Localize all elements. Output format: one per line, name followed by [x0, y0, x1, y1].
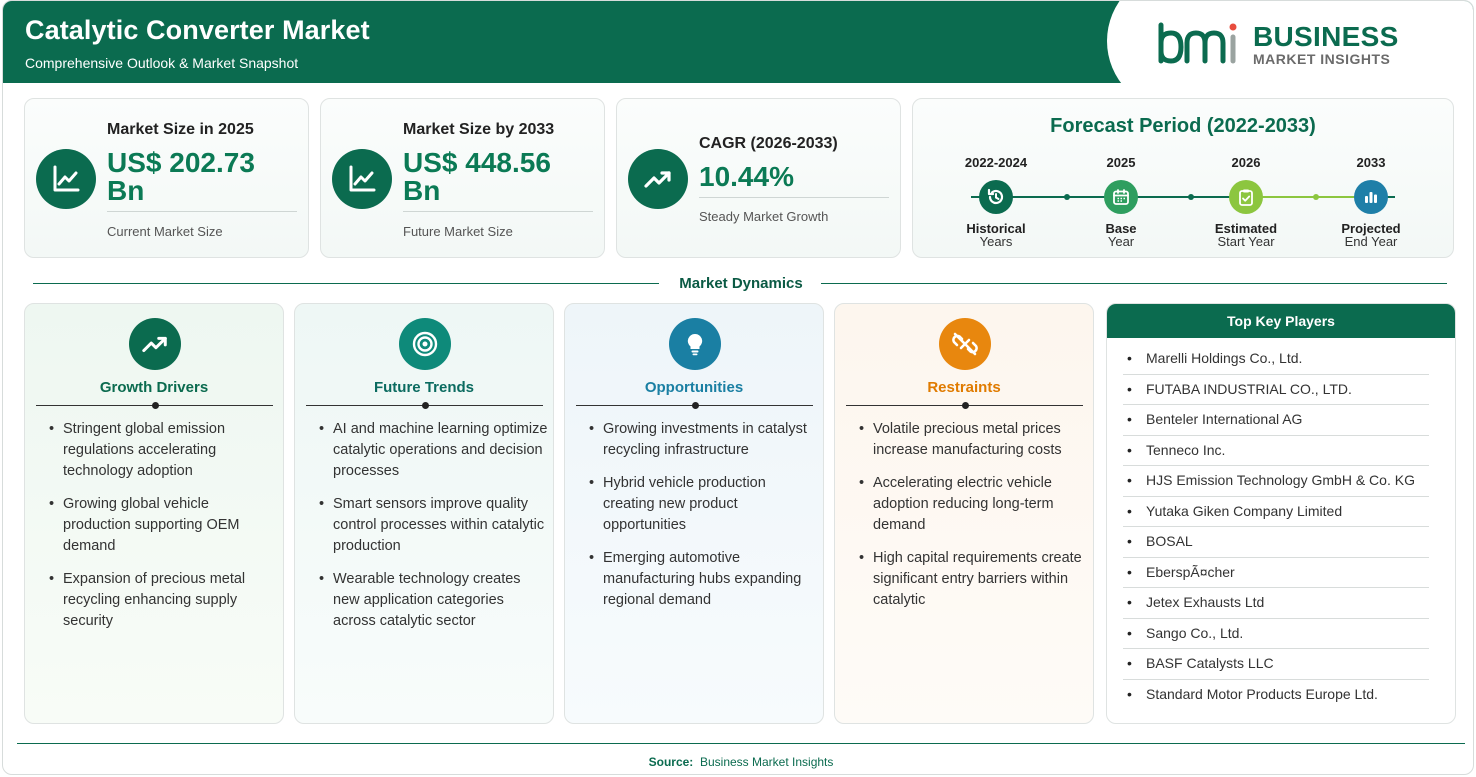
timeline-year: 2022-2024 [964, 155, 1028, 170]
key-players-title: Top Key Players [1107, 304, 1455, 338]
footer-divider [17, 743, 1465, 744]
chart-line-icon [332, 149, 392, 209]
chart-line-icon [36, 149, 96, 209]
infographic-frame: Catalytic Converter Market Comprehensive… [2, 0, 1474, 775]
column-future-trends: Future Trends AI and machine learning op… [294, 303, 554, 724]
column-title: Growth Drivers [99, 379, 209, 396]
key-player-item: Tenneco Inc. [1123, 436, 1429, 466]
timeline-sublabel: Start Year [1217, 234, 1275, 249]
column-list: Volatile precious metal prices increase … [859, 419, 1089, 623]
key-player-item: HJS Emission Technology GmbH & Co. KG [1123, 466, 1429, 497]
stat-value-line1: US$ 448.56 [403, 147, 551, 178]
stat-card-market-size-2025: Market Size in 2025 US$ 202.73 Bn Curren… [24, 98, 309, 258]
column-list: Stringent global emission regulations ac… [49, 419, 279, 644]
key-player-item: BASF Catalysts LLC [1123, 649, 1429, 680]
bar-chart-icon [1354, 180, 1388, 214]
trending-up-icon [129, 318, 181, 370]
list-item: Emerging automotive manufacturing hubs e… [589, 548, 819, 611]
logo-text-market-insights: MARKET INSIGHTS [1253, 51, 1391, 67]
header-banner: Catalytic Converter Market Comprehensive… [3, 1, 1473, 111]
column-opportunities: Opportunities Growing investments in cat… [564, 303, 824, 724]
timeline-dot [1064, 194, 1070, 200]
timeline-year: 2025 [1106, 155, 1136, 170]
key-player-item: Standard Motor Products Europe Ltd. [1123, 680, 1429, 710]
list-item: Expansion of precious metal recycling en… [49, 569, 279, 632]
history-icon [979, 180, 1013, 214]
list-item: Smart sensors improve quality control pr… [319, 494, 549, 557]
timeline-year: 2026 [1231, 155, 1261, 170]
key-player-item: Benteler International AG [1123, 405, 1429, 436]
footer-source: Source: Business Market Insights [3, 755, 1473, 769]
column-title: Future Trends [373, 379, 474, 396]
calendar-icon [1104, 180, 1138, 214]
stat-label: Market Size by 2033 [403, 121, 555, 138]
divider [403, 211, 593, 212]
forecast-period-card: Forecast Period (2022-2033) 2022-2024 Hi… [912, 98, 1454, 258]
timeline-sublabel: Years [979, 234, 1013, 249]
column-restraints: Restraints Volatile precious metal price… [834, 303, 1094, 724]
stat-value-line2: Bn [107, 175, 145, 206]
lightbulb-icon [669, 318, 721, 370]
stat-note: Future Market Size [403, 224, 513, 239]
stat-note: Steady Market Growth [699, 209, 829, 224]
timeline-sublabel: Year [1107, 234, 1135, 249]
list-item: Volatile precious metal prices increase … [859, 419, 1089, 461]
stat-value-line2: Bn [403, 175, 441, 206]
source-value: Business Market Insights [699, 755, 834, 769]
list-item: Hybrid vehicle production creating new p… [589, 473, 819, 536]
divider-dot [692, 402, 699, 409]
key-player-item: FUTABA INDUSTRIAL CO., LTD. [1123, 375, 1429, 405]
timeline-year: 2033 [1356, 155, 1386, 170]
timeline-dot [1313, 194, 1319, 200]
timeline-dot [1188, 194, 1194, 200]
column-growth-drivers: Growth Drivers Stringent global emission… [24, 303, 284, 724]
key-player-item: EberspÃ¤cher [1123, 558, 1429, 588]
key-players-panel: Top Key Players Marelli Holdings Co., Lt… [1106, 303, 1456, 724]
stat-note: Current Market Size [107, 224, 223, 239]
list-item: Growing global vehicle production suppor… [49, 494, 279, 557]
clipboard-check-icon [1229, 180, 1263, 214]
key-player-item: Yutaka Giken Company Limited [1123, 497, 1429, 527]
column-list: Growing investments in catalyst recyclin… [589, 419, 819, 623]
section-title-market-dynamics: Market Dynamics [679, 275, 803, 292]
list-item: Wearable technology creates new applicat… [319, 569, 549, 632]
divider [699, 197, 889, 198]
key-player-item: Marelli Holdings Co., Ltd. [1123, 344, 1429, 375]
logo-text-business: BUSINESS [1253, 21, 1399, 52]
column-list: AI and machine learning optimize catalyt… [319, 419, 549, 644]
list-item: Stringent global emission regulations ac… [49, 419, 279, 482]
list-item: AI and machine learning optimize catalyt… [319, 419, 549, 482]
stat-label: CAGR (2026-2033) [699, 135, 838, 152]
divider-dot [422, 402, 429, 409]
key-player-item: Sango Co., Ltd. [1123, 619, 1429, 649]
page-title: Catalytic Converter Market [25, 15, 370, 45]
stat-card-market-size-2033: Market Size by 2033 US$ 448.56 Bn Future… [320, 98, 605, 258]
source-label: Source: [648, 755, 694, 769]
target-icon [399, 318, 451, 370]
timeline-sublabel: End Year [1344, 234, 1398, 249]
column-title: Restraints [927, 379, 1001, 396]
broken-link-icon [939, 318, 991, 370]
list-item: Accelerating electric vehicle adoption r… [859, 473, 1089, 536]
stat-value: 10.44% [699, 161, 794, 192]
trending-up-icon [628, 149, 688, 209]
forecast-title: Forecast Period (2022-2033) [1050, 115, 1316, 137]
key-player-item: BOSAL [1123, 527, 1429, 558]
column-title: Opportunities [644, 379, 744, 396]
list-item: Growing investments in catalyst recyclin… [589, 419, 819, 461]
page-subtitle: Comprehensive Outlook & Market Snapshot [25, 55, 299, 71]
divider-dot [152, 402, 159, 409]
divider [107, 211, 297, 212]
key-players-list: Marelli Holdings Co., Ltd. FUTABA INDUST… [1123, 344, 1429, 709]
stat-card-cagr: CAGR (2026-2033) 10.44% Steady Market Gr… [616, 98, 901, 258]
bmi-logo-icon [1158, 22, 1237, 64]
stat-value-line1: US$ 202.73 [107, 147, 255, 178]
stat-label: Market Size in 2025 [107, 121, 254, 138]
list-item: High capital requirements create signifi… [859, 548, 1089, 611]
key-player-item: Jetex Exhausts Ltd [1123, 588, 1429, 619]
divider-dot [962, 402, 969, 409]
